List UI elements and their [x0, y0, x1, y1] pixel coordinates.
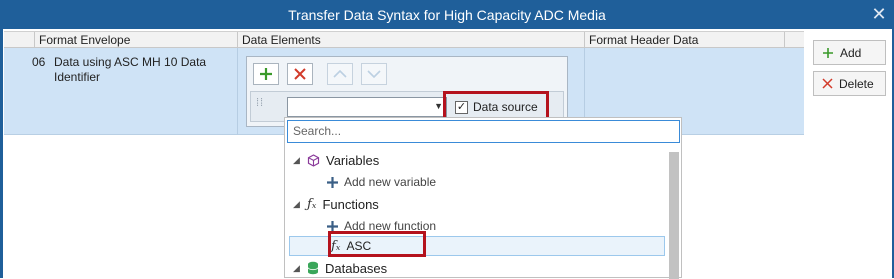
plus-icon: [823, 47, 833, 58]
row-number: 06: [32, 55, 46, 69]
chevron-up-icon: [333, 69, 347, 78]
data-source-checkbox[interactable]: ✓ Data source: [455, 97, 538, 117]
cube-icon: [307, 153, 320, 167]
tree-group-functions[interactable]: ◢ ƒₓ Functions: [293, 194, 379, 214]
move-up-button[interactable]: [327, 63, 353, 85]
expand-icon[interactable]: ◢: [293, 199, 301, 210]
close-icon[interactable]: ✕: [870, 4, 888, 24]
close-icon: [822, 78, 833, 89]
move-down-button[interactable]: [361, 63, 387, 85]
tree-item-add-new-function[interactable]: Add new function: [327, 216, 436, 236]
scrollbar[interactable]: [669, 152, 679, 279]
plus-icon: [260, 68, 272, 80]
plus-icon: [327, 176, 338, 188]
column-header-format-envelope[interactable]: Format Envelope: [34, 32, 239, 48]
tree-item-label: ASC: [346, 239, 372, 253]
search-placeholder: Search...: [293, 124, 342, 138]
tree-item-asc[interactable]: ƒₓ ASC: [331, 236, 371, 256]
database-icon: [307, 261, 319, 275]
add-button[interactable]: Add: [813, 40, 886, 65]
add-button-label: Add: [840, 45, 862, 60]
tree-group-databases[interactable]: ◢ Databases: [293, 258, 387, 278]
grid-header: Format Envelope Data Elements Format Hea…: [4, 31, 804, 48]
column-header-data-elements[interactable]: Data Elements: [237, 32, 585, 48]
expand-icon[interactable]: ◢: [293, 155, 301, 166]
window-frame-left: [0, 29, 3, 278]
data-source-label: Data source: [473, 100, 538, 114]
add-element-button[interactable]: [253, 63, 279, 85]
element-combo[interactable]: ▼: [287, 97, 447, 117]
tree-group-label: Functions: [322, 196, 379, 212]
remove-element-button[interactable]: [287, 63, 313, 85]
function-icon: ƒₓ: [331, 238, 341, 254]
tree-group-label: Databases: [325, 260, 388, 276]
data-source-dropdown: Search... ◢ Variables Add new variable ◢…: [284, 117, 682, 279]
chevron-down-icon: [367, 70, 381, 79]
delete-button-label: Delete: [839, 76, 874, 91]
drag-handle-icon[interactable]: ⁞⁞: [256, 98, 264, 109]
delete-button[interactable]: Delete: [813, 71, 886, 96]
window-title: Transfer Data Syntax for High Capacity A…: [288, 6, 606, 23]
tree-group-variables[interactable]: ◢ Variables: [293, 150, 379, 170]
close-icon: [294, 68, 306, 80]
function-icon: ƒₓ: [307, 196, 317, 212]
title-bar: Transfer Data Syntax for High Capacity A…: [0, 0, 894, 29]
column-header-filler: [784, 32, 804, 48]
tree-item-label: Add new function: [344, 219, 437, 233]
expand-icon[interactable]: ◢: [293, 263, 301, 274]
plus-icon: [327, 220, 338, 232]
tree-item-label: Add new variable: [344, 175, 437, 189]
column-divider: [237, 48, 238, 135]
checkmark-icon[interactable]: ✓: [455, 100, 468, 114]
tree-item-add-new-variable[interactable]: Add new variable: [327, 172, 436, 192]
tree-group-label: Variables: [326, 152, 380, 168]
search-input[interactable]: Search...: [287, 120, 680, 143]
format-envelope-cell: Data using ASC MH 10 Data Identifier: [54, 55, 207, 84]
dropdown-arrow-icon[interactable]: ▼: [434, 101, 443, 111]
column-header-format-header-data[interactable]: Format Header Data: [584, 32, 784, 48]
